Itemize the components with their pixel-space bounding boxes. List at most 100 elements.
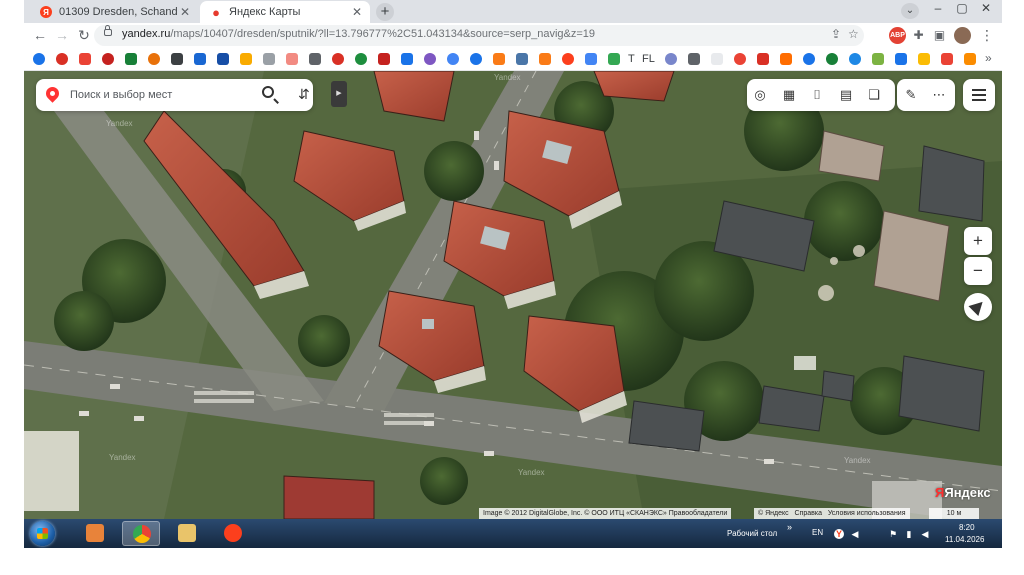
satellite-map[interactable]: Yandex Yandex Yandex Yandex Yandex ⇵ ▶ ◎… — [24, 71, 1002, 519]
bookmarks-overflow-icon[interactable]: » — [985, 51, 992, 65]
bookmark-leaf-icon[interactable] — [355, 53, 367, 65]
bookmark-at-icon[interactable] — [447, 53, 459, 65]
zoom-out-button[interactable]: − — [964, 257, 992, 285]
ruler-icon[interactable]: ✎ — [903, 87, 919, 103]
bookmark-blue3-icon[interactable] — [803, 53, 815, 65]
bookmark-yellow2-icon[interactable] — [918, 53, 930, 65]
bookmark-orange-icon[interactable] — [148, 53, 160, 65]
map-search-box[interactable]: ⇵ — [36, 79, 313, 111]
toolbar-expand-icon[interactable]: » — [787, 522, 792, 532]
new-tab-button[interactable]: + — [376, 3, 394, 21]
bookmark-ok2-icon[interactable] — [539, 53, 551, 65]
yandex-tray-icon[interactable]: Y — [834, 529, 844, 539]
terms-link[interactable]: Условия использования — [828, 510, 906, 517]
reload-icon[interactable]: ↻ — [75, 26, 93, 44]
bookmark-grey-icon[interactable] — [688, 53, 700, 65]
bookmark-red-icon[interactable] — [332, 53, 344, 65]
bookmark-blue4-icon[interactable] — [849, 53, 861, 65]
extensions-puzzle-icon[interactable]: ✚ — [910, 27, 927, 44]
maximize-button[interactable]: ▢ — [951, 0, 973, 18]
bookmark-purple-icon[interactable] — [424, 53, 436, 65]
side-panel-toggle[interactable]: ▶ — [331, 81, 347, 107]
imagery-copyright[interactable]: Image © 2012 DigitalGlobe, Inc. © ООО ИТ… — [479, 508, 732, 519]
bookmark-table-icon[interactable] — [309, 53, 321, 65]
network-icon[interactable]: ▮ — [904, 529, 914, 539]
bookmark-fl[interactable]: FL — [642, 53, 655, 65]
bookmark-red-circle-icon[interactable] — [56, 53, 68, 65]
bookmark-z-icon[interactable] — [895, 53, 907, 65]
share-icon[interactable]: ⇪ — [831, 27, 841, 41]
map-layers-icon[interactable]: ▦ — [781, 87, 797, 103]
bookmark-flag-icon[interactable] — [757, 53, 769, 65]
volume-icon[interactable]: ◀ — [920, 529, 930, 539]
side-panel-icon[interactable]: ▣ — [931, 27, 948, 44]
speaker-mute-icon[interactable]: ◀ — [850, 529, 860, 539]
bookmark-check-icon[interactable] — [608, 53, 620, 65]
search-input[interactable] — [70, 87, 250, 103]
desktop-toolbar-label[interactable]: Рабочий стол — [727, 529, 777, 538]
search-icon[interactable] — [262, 86, 274, 98]
url-text[interactable]: yandex.ru/maps/10407/dresden/sputnik/?ll… — [122, 28, 595, 40]
my-location-button[interactable] — [964, 293, 992, 321]
yandex-copyright-link[interactable]: © Яндекс — [758, 510, 789, 517]
start-button[interactable] — [30, 521, 55, 546]
bookmark-green-icon[interactable] — [125, 53, 137, 65]
bookmark-green2-icon[interactable] — [826, 53, 838, 65]
bookmark-vk-icon[interactable] — [516, 53, 528, 65]
bookmark-letter-a-icon[interactable] — [378, 53, 390, 65]
taskbar-yandex-browser[interactable] — [214, 521, 252, 546]
bookmark-clock-icon[interactable] — [33, 53, 45, 65]
clock-time[interactable]: 8:20 — [959, 523, 975, 532]
bookmark-lines-icon[interactable] — [401, 53, 413, 65]
tab-search-icon[interactable]: ⌄ — [901, 3, 919, 19]
profile-avatar[interactable] — [954, 27, 971, 44]
language-indicator[interactable]: EN — [812, 528, 823, 537]
bookmark-red3-icon[interactable] — [941, 53, 953, 65]
bookmark-blue-icon[interactable] — [194, 53, 206, 65]
layers-switch-icon[interactable]: ❏ — [866, 87, 882, 103]
map-menu-button[interactable] — [963, 79, 995, 111]
bookmark-ban-icon[interactable] — [102, 53, 114, 65]
bookmark-mk-icon[interactable] — [780, 53, 792, 65]
yandex-logo[interactable]: ЯЯндекс — [935, 485, 991, 500]
bookmark-megaphone-icon[interactable] — [171, 53, 183, 65]
close-window-button[interactable]: ✕ — [975, 0, 997, 18]
bookmark-globe-icon[interactable] — [470, 53, 482, 65]
minimize-button[interactable]: – — [927, 0, 949, 18]
clock-date[interactable]: 11.04.2026 — [945, 535, 984, 544]
bookmark-blue2-icon[interactable] — [585, 53, 597, 65]
panorama-icon[interactable]: ◎ — [752, 87, 768, 103]
bookmark-ok-icon[interactable] — [493, 53, 505, 65]
bookmark-checkmark-icon[interactable] — [711, 53, 723, 65]
bookmark-yellow-icon[interactable] — [240, 53, 252, 65]
taskbar-media-player[interactable] — [76, 521, 114, 546]
flag-icon[interactable]: ⚑ — [888, 529, 898, 539]
bookmark-lime-icon[interactable] — [872, 53, 884, 65]
tab-yandex-maps[interactable]: ● Яндекс Карты ✕ — [200, 1, 370, 23]
taskbar-chrome[interactable] — [122, 521, 160, 546]
help-link[interactable]: Справка — [795, 510, 822, 517]
transit-bus-icon[interactable]: ▤ — [838, 87, 854, 103]
adblock-icon[interactable]: ABP — [889, 27, 906, 44]
bookmark-pink-icon[interactable] — [286, 53, 298, 65]
bookmark-news-icon[interactable] — [79, 53, 91, 65]
zoom-in-button[interactable]: + — [964, 227, 992, 255]
forward-arrow-icon[interactable]: → — [53, 26, 71, 44]
bookmark-bird-icon[interactable] — [263, 53, 275, 65]
route-icon[interactable]: ⇵ — [298, 86, 310, 103]
bookmark-tv-icon[interactable] — [217, 53, 229, 65]
close-tab-icon[interactable]: ✕ — [352, 5, 362, 19]
bookmark-t[interactable]: T — [628, 53, 635, 65]
taskbar-explorer[interactable] — [168, 521, 206, 546]
photo-camera-icon[interactable]: ⌷ — [809, 87, 825, 103]
bookmark-red2-icon[interactable] — [734, 53, 746, 65]
back-arrow-icon[interactable]: ← — [31, 26, 49, 44]
bookmark-yandex-icon[interactable] — [562, 53, 574, 65]
browser-menu-icon[interactable]: ⋮ — [980, 27, 994, 44]
address-bar[interactable]: yandex.ru/maps/10407/dresden/sputnik/?ll… — [94, 25, 864, 46]
tab-search-results[interactable]: Я 01309 Dresden, Schandauer Straße ✕ — [30, 1, 198, 23]
bookmark-orange2-icon[interactable] — [964, 53, 976, 65]
more-dots-icon[interactable]: ⋯ — [931, 87, 947, 103]
bookmark-star-icon[interactable]: ☆ — [848, 27, 859, 41]
close-tab-icon[interactable]: ✕ — [180, 5, 190, 19]
